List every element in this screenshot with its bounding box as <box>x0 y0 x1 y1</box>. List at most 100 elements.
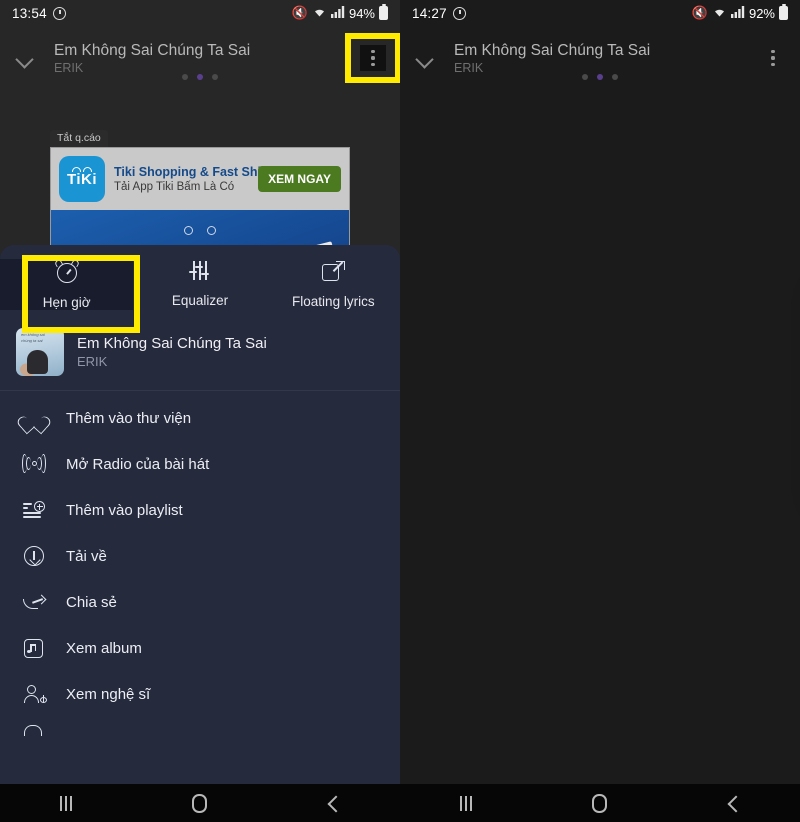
now-playing-title: Em Không Sai Chúng Ta Sai <box>454 41 651 59</box>
menu-item-view-artist[interactable]: Xem nghệ sĩ <box>0 671 400 717</box>
alarm-clock-icon <box>452 6 466 20</box>
album-icon <box>22 636 46 660</box>
status-clock: 14:27 <box>412 5 447 21</box>
menu-item-view-album[interactable]: Xem album <box>0 625 400 671</box>
right-status-bar: 14:27 🔇 92% <box>400 0 800 26</box>
menu-item-label: Mở Radio của bài hát <box>66 455 210 473</box>
external-link-icon <box>321 259 346 284</box>
quick-action-label: Equalizer <box>171 293 229 308</box>
battery-icon <box>779 4 788 20</box>
right-player-background <box>400 0 800 822</box>
back-icon[interactable] <box>727 797 740 810</box>
menu-item-label: Thêm vào thư viện <box>66 409 192 427</box>
menu-item-label: Tải về <box>66 547 107 565</box>
now-playing-artist: ERIK <box>454 60 484 75</box>
now-playing-title: Em Không Sai Chúng Ta Sai <box>54 41 251 59</box>
partial-icon <box>22 725 46 749</box>
playlist-add-icon <box>22 498 46 522</box>
page-indicator-dots <box>0 74 400 80</box>
equalizer-icon <box>187 259 213 283</box>
status-right-group: 🔇 92% <box>691 4 788 21</box>
right-phone-screen: 14:27 🔇 92% Em Không Sai Chúng Ta Sai ER… <box>400 0 800 822</box>
page-indicator-dots <box>400 74 800 80</box>
download-icon <box>22 544 46 568</box>
sheet-song-artist: ERIK <box>77 354 108 369</box>
quick-action-floating-lyrics[interactable]: Floating lyrics <box>267 259 400 310</box>
battery-icon <box>379 4 388 20</box>
dot-2-active <box>597 74 603 80</box>
now-playing-text: Em Không Sai Chúng Ta Sai ERIK <box>54 42 360 75</box>
battery-percent: 94% <box>348 5 375 21</box>
menu-item-partial[interactable] <box>0 717 400 760</box>
quick-action-equalizer[interactable]: Equalizer <box>133 259 266 310</box>
quick-actions-row: Hẹn giờ Equalizer Floating lyrics <box>0 245 400 320</box>
sheet-song-meta: Em Không Sai Chúng Ta Sai ERIK <box>77 335 267 369</box>
ad-text-block: Tiki Shopping & Fast Shipping Tải App Ti… <box>114 165 296 193</box>
sheet-song-title: Em Không Sai Chúng Ta Sai <box>77 335 267 352</box>
dot-3 <box>212 74 218 80</box>
menu-item-add-playlist[interactable]: Thêm vào playlist <box>0 487 400 533</box>
home-icon[interactable] <box>592 793 607 813</box>
ad-content-row: TiKi Tiki Shopping & Fast Shipping Tải A… <box>51 148 349 210</box>
dot-2-active <box>197 74 203 80</box>
quick-action-label: Hẹn giờ <box>42 295 91 310</box>
options-bottom-sheet: Hẹn giờ Equalizer Floating lyrics em khô… <box>0 245 400 784</box>
kebab-menu-icon[interactable] <box>760 45 786 71</box>
mute-icon: 🔇 <box>291 5 308 20</box>
tiki-logo-icon: TiKi <box>59 156 105 202</box>
status-right-group: 🔇 94% <box>291 4 388 21</box>
ad-close-label[interactable]: Tắt q.cáo <box>50 130 108 147</box>
alarm-clock-icon <box>53 258 80 285</box>
status-left-group: 14:27 <box>412 6 466 21</box>
album-cover-thumbnail: em không sai chúng ta sai <box>16 328 64 376</box>
cover-caption: em không sai chúng ta sai <box>21 332 45 343</box>
menu-item-label: Xem album <box>66 639 142 657</box>
sheet-menu-list: Thêm vào thư viện Mở Radio của bài hát T… <box>0 391 400 760</box>
recents-icon[interactable] <box>60 795 72 811</box>
wifi-icon <box>712 6 727 21</box>
dot-1 <box>182 74 188 80</box>
tiki-brand-text: TiKi <box>66 170 98 188</box>
radio-icon <box>22 452 46 476</box>
back-icon[interactable] <box>327 797 340 810</box>
menu-item-add-library[interactable]: Thêm vào thư viện <box>0 395 400 441</box>
quick-action-label: Floating lyrics <box>292 294 375 309</box>
menu-item-download[interactable]: Tải về <box>0 533 400 579</box>
dot-1 <box>582 74 588 80</box>
battery-percent: 92% <box>748 5 775 21</box>
ad-headline: Tiki Shopping & Fast Shipping <box>114 165 296 179</box>
status-left-group: 13:54 <box>12 6 66 21</box>
menu-item-label: Xem nghệ sĩ <box>66 685 151 703</box>
wifi-icon <box>312 6 327 21</box>
chevron-down-icon[interactable] <box>14 47 36 69</box>
now-playing-artist: ERIK <box>54 60 84 75</box>
share-icon <box>22 590 47 614</box>
menu-item-song-radio[interactable]: Mở Radio của bài hát <box>0 441 400 487</box>
left-phone-screen: 13:54 🔇 94% Em Không Sai Chúng Ta Sai ER… <box>0 0 400 822</box>
heart-icon <box>22 406 46 430</box>
alarm-clock-icon <box>52 6 66 20</box>
menu-item-label: Chia sẻ <box>66 593 117 611</box>
signal-icon <box>330 5 345 21</box>
home-icon[interactable] <box>192 793 207 813</box>
mute-icon: 🔇 <box>691 5 708 20</box>
sheet-song-row[interactable]: em không sai chúng ta sai Em Không Sai Ch… <box>0 320 400 391</box>
ad-cta-button[interactable]: XEM NGAY <box>258 166 341 192</box>
right-navigation-bar <box>400 784 800 822</box>
ad-image-circles <box>184 226 216 235</box>
now-playing-text: Em Không Sai Chúng Ta Sai ERIK <box>454 42 760 75</box>
artist-icon <box>22 682 49 706</box>
dot-3 <box>612 74 618 80</box>
side-by-side-screenshots: 13:54 🔇 94% Em Không Sai Chúng Ta Sai ER… <box>0 0 800 822</box>
ad-subline: Tải App Tiki Bấm Là Có <box>114 181 235 193</box>
left-navigation-bar <box>0 784 400 822</box>
menu-item-label: Thêm vào playlist <box>66 501 183 519</box>
status-clock: 13:54 <box>12 5 47 21</box>
left-status-bar: 13:54 🔇 94% <box>0 0 400 26</box>
kebab-menu-icon[interactable] <box>360 45 386 71</box>
menu-item-share[interactable]: Chia sẻ <box>0 579 400 625</box>
chevron-down-icon[interactable] <box>414 47 436 69</box>
quick-action-timer[interactable]: Hẹn giờ <box>0 258 134 310</box>
signal-icon <box>730 5 745 21</box>
recents-icon[interactable] <box>460 795 472 811</box>
